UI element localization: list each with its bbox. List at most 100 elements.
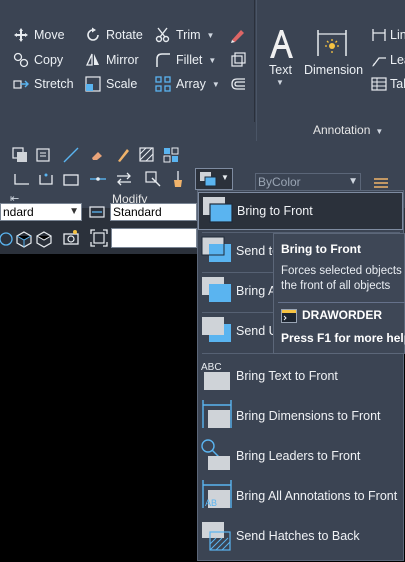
dim-style-combo[interactable]: Standard: [110, 203, 197, 221]
menu-item-bring-dimensions-to-front[interactable]: Bring Dimensions to Front: [198, 397, 403, 435]
trim-label: Trim: [176, 28, 201, 42]
linear-dim-icon: [370, 26, 388, 44]
send-under-icon: [200, 313, 234, 349]
menu-item-send-hatches-to-back[interactable]: Send Hatches to Back: [198, 517, 403, 555]
explode-icon[interactable]: [229, 51, 247, 69]
annotation-expand-icon: ▼: [375, 127, 384, 136]
command-tooltip: Bring to Front Forces selected objects t…: [273, 233, 405, 354]
join-icon[interactable]: [13, 170, 31, 188]
paint-brush-icon[interactable]: [169, 170, 187, 188]
erase-icon[interactable]: [229, 26, 247, 44]
lengthen-icon[interactable]: [89, 170, 107, 188]
color-combo[interactable]: ByColor ▼: [255, 173, 361, 191]
scale-icon: [84, 75, 102, 93]
copy-label: Copy: [34, 53, 64, 67]
reverse-icon[interactable]: [115, 170, 133, 188]
scale-label: Scale: [106, 77, 138, 91]
menu-item-bring-text-to-front[interactable]: ABC Bring Text to Front: [198, 357, 403, 395]
linear-dimension-label: Lin: [390, 28, 405, 42]
view-name-input[interactable]: [111, 228, 197, 248]
color-combo-value: ByColor: [258, 175, 301, 189]
brush-icon[interactable]: [114, 146, 132, 164]
offset-icon[interactable]: [229, 75, 247, 93]
leader-label: Lea: [390, 53, 405, 67]
menu-item-bring-all-annotations-to-front[interactable]: AB Bring All Annotations to Front: [198, 477, 403, 515]
move-label: Move: [34, 28, 65, 42]
tooltip-title: Bring to Front: [281, 242, 361, 256]
dimstyle-icon: [88, 203, 106, 221]
copy-button[interactable]: Copy: [12, 50, 63, 70]
scale-button[interactable]: Scale: [84, 74, 137, 94]
rectangle-break-icon[interactable]: [62, 170, 80, 188]
table-icon: [370, 75, 388, 93]
trim-icon: [154, 26, 172, 44]
dimension-icon[interactable]: [315, 26, 349, 60]
text-dropdown-icon[interactable]: ▼: [276, 78, 284, 87]
bring-above-label: Bring A: [236, 284, 277, 298]
bring-all-annotations-to-front-icon: AB: [200, 478, 234, 514]
tooltip-description: Forces selected objects to the front of …: [281, 265, 405, 292]
tooltip-help: Press F1 for more help: [281, 331, 405, 345]
text-style-combo[interactable]: ndard ▼: [0, 203, 82, 221]
text-icon[interactable]: [266, 26, 296, 62]
draworder-dropdown-icon: ▼: [221, 173, 229, 182]
rotate-button[interactable]: Rotate: [84, 25, 143, 45]
copy-clip-icon[interactable]: [11, 146, 29, 164]
svg-text:AB: AB: [205, 498, 217, 508]
trim-button[interactable]: Trim ▼: [154, 25, 214, 45]
camera-icon[interactable]: [62, 229, 80, 247]
zoom-extents-icon[interactable]: [90, 229, 108, 247]
copy-icon: [12, 51, 30, 69]
match-properties-icon[interactable]: [144, 170, 162, 188]
table-button[interactable]: Tab: [370, 74, 405, 94]
send-to-back-icon: [200, 233, 234, 269]
move-icon: [12, 26, 30, 44]
send-hatches-to-back-icon: [200, 518, 234, 554]
grid-edit-icon[interactable]: [162, 146, 180, 164]
text-button-label[interactable]: Text: [269, 63, 292, 77]
send-hatches-to-back-label: Send Hatches to Back: [236, 529, 360, 543]
block-edit-icon[interactable]: [35, 146, 53, 164]
view-box-alt-icon[interactable]: [35, 230, 53, 248]
fillet-dropdown-icon[interactable]: ▼: [208, 56, 216, 65]
hatch-edit-icon[interactable]: [138, 146, 156, 164]
bring-all-annotations-to-front-label: Bring All Annotations to Front: [236, 489, 398, 503]
annotation-title-label: Annotation: [313, 123, 371, 137]
view-box-icon[interactable]: [15, 230, 33, 248]
array-button[interactable]: Array ▼: [154, 74, 220, 94]
bring-text-to-front-label: Bring Text to Front: [236, 369, 338, 383]
annotation-panel-title[interactable]: Annotation ▼: [313, 123, 383, 137]
bring-text-to-front-icon: ABC: [200, 358, 234, 394]
stretch-button[interactable]: Stretch: [12, 74, 74, 94]
table-label: Tab: [390, 77, 405, 91]
linear-dimension-button[interactable]: Lin: [370, 25, 405, 45]
break-icon[interactable]: [37, 170, 55, 188]
tooltip-command: DRAWORDER: [302, 308, 382, 322]
move-button[interactable]: Move: [12, 25, 65, 45]
line-icon[interactable]: [62, 146, 80, 164]
bring-dimensions-to-front-label: Bring Dimensions to Front: [236, 409, 381, 423]
svg-text:ABC: ABC: [201, 362, 222, 373]
array-icon: [154, 75, 172, 93]
array-dropdown-icon[interactable]: ▼: [212, 80, 220, 89]
mirror-button[interactable]: Mirror: [84, 50, 139, 70]
erase-alt-icon[interactable]: [89, 146, 107, 164]
fillet-icon: [154, 51, 172, 69]
leader-icon: [370, 51, 388, 69]
leader-button[interactable]: Lea: [370, 50, 405, 70]
stretch-label: Stretch: [34, 77, 74, 91]
bring-leaders-to-front-icon: [200, 438, 234, 474]
draworder-icon: [199, 171, 217, 187]
mirror-icon: [84, 51, 102, 69]
dim-style-value: Standard: [113, 205, 162, 219]
bring-leaders-to-front-label: Bring Leaders to Front: [236, 449, 361, 463]
menu-item-bring-leaders-to-front[interactable]: Bring Leaders to Front: [198, 437, 403, 475]
array-label: Array: [176, 77, 206, 91]
draworder-split-button[interactable]: ▼: [195, 168, 233, 190]
text-style-value: ndard: [3, 205, 34, 219]
menu-item-bring-to-front[interactable]: Bring to Front: [198, 192, 403, 230]
dimension-button-label[interactable]: Dimension: [304, 63, 363, 77]
trim-dropdown-icon[interactable]: ▼: [207, 31, 215, 40]
tooltip-divider: [278, 302, 405, 303]
fillet-button[interactable]: Fillet ▼: [154, 50, 216, 70]
